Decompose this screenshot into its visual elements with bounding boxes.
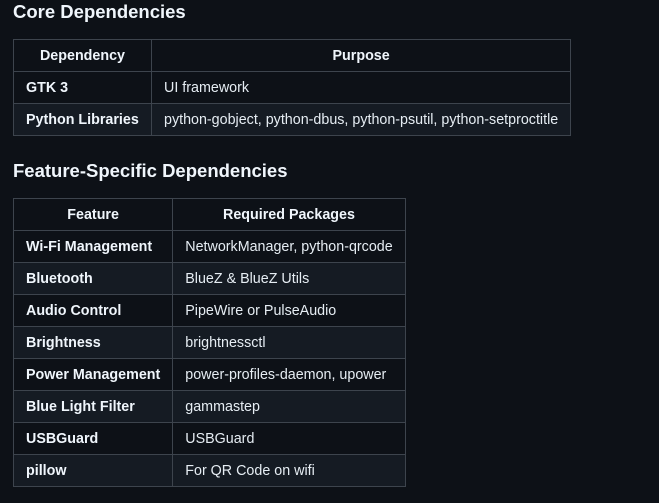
feature-packages: power-profiles-daemon, upower — [172, 358, 406, 391]
column-header-feature: Feature — [12, 198, 174, 231]
feature-dependencies-heading: Feature-Specific Dependencies — [13, 160, 288, 181]
dependency-name: GTK 3 — [13, 71, 152, 104]
feature-name: Bluetooth — [12, 262, 174, 295]
feature-name: USBGuard — [12, 422, 174, 455]
table-row: Blue Light Filter gammastep — [12, 390, 406, 423]
feature-name: Audio Control — [12, 294, 174, 327]
dependency-purpose: UI framework — [150, 71, 572, 104]
feature-dependencies-table: Feature Required Packages Wi-Fi Manageme… — [12, 198, 406, 487]
core-dependencies-table: Dependency Purpose GTK 3 UI framework Py… — [13, 39, 572, 136]
feature-packages: brightnessctl — [172, 326, 406, 359]
table-row: Audio Control PipeWire or PulseAudio — [12, 294, 406, 327]
feature-packages: PipeWire or PulseAudio — [172, 294, 406, 327]
dependency-name: Python Libraries — [13, 103, 152, 136]
feature-packages: gammastep — [172, 390, 406, 423]
table-row: GTK 3 UI framework — [13, 71, 572, 104]
table-row: Bluetooth BlueZ & BlueZ Utils — [12, 262, 406, 295]
column-header-purpose: Purpose — [150, 39, 572, 72]
feature-packages: USBGuard — [172, 422, 406, 455]
table-row: Power Management power-profiles-daemon, … — [12, 358, 406, 391]
feature-name: Blue Light Filter — [12, 390, 174, 423]
column-header-dependency: Dependency — [13, 39, 152, 72]
table-row: Wi-Fi Management NetworkManager, python-… — [12, 230, 406, 263]
table-header-row: Feature Required Packages — [12, 198, 406, 231]
feature-packages: For QR Code on wifi — [172, 454, 406, 487]
feature-packages: BlueZ & BlueZ Utils — [172, 262, 406, 295]
core-dependencies-heading: Core Dependencies — [13, 1, 186, 22]
feature-name: Brightness — [12, 326, 174, 359]
feature-packages: NetworkManager, python-qrcode — [172, 230, 406, 263]
feature-name: Power Management — [12, 358, 174, 391]
table-header-row: Dependency Purpose — [13, 39, 572, 72]
feature-name: pillow — [12, 454, 174, 487]
table-row: Brightness brightnessctl — [12, 326, 406, 359]
table-row: Python Libraries python-gobject, python-… — [13, 103, 572, 136]
feature-name: Wi-Fi Management — [12, 230, 174, 263]
dependency-purpose: python-gobject, python-dbus, python-psut… — [150, 103, 572, 136]
table-row: pillow For QR Code on wifi — [12, 454, 406, 487]
table-row: USBGuard USBGuard — [12, 422, 406, 455]
column-header-required-packages: Required Packages — [172, 198, 406, 231]
